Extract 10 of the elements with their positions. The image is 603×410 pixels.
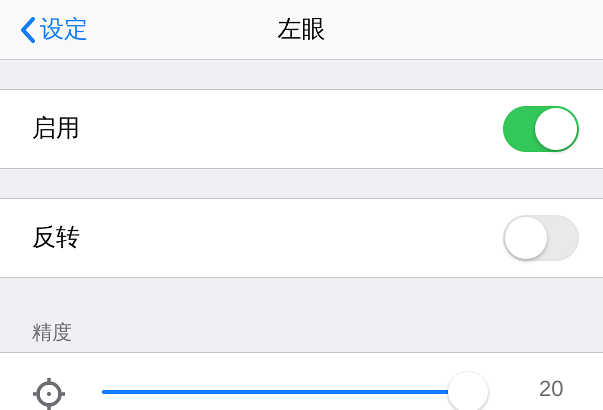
slider-thumb[interactable] <box>448 372 488 410</box>
section-header: 精度 <box>32 321 73 346</box>
row-label: 启用 <box>32 114 80 144</box>
back-button[interactable]: 设定 <box>0 12 88 48</box>
slider-value: 20 <box>539 378 564 400</box>
page-title: 左眼 <box>278 14 326 44</box>
chevron-left-icon <box>20 16 36 42</box>
toggle-switch[interactable] <box>503 106 579 152</box>
crosshair-icon <box>32 377 66 410</box>
row-label: 反转 <box>32 223 80 253</box>
